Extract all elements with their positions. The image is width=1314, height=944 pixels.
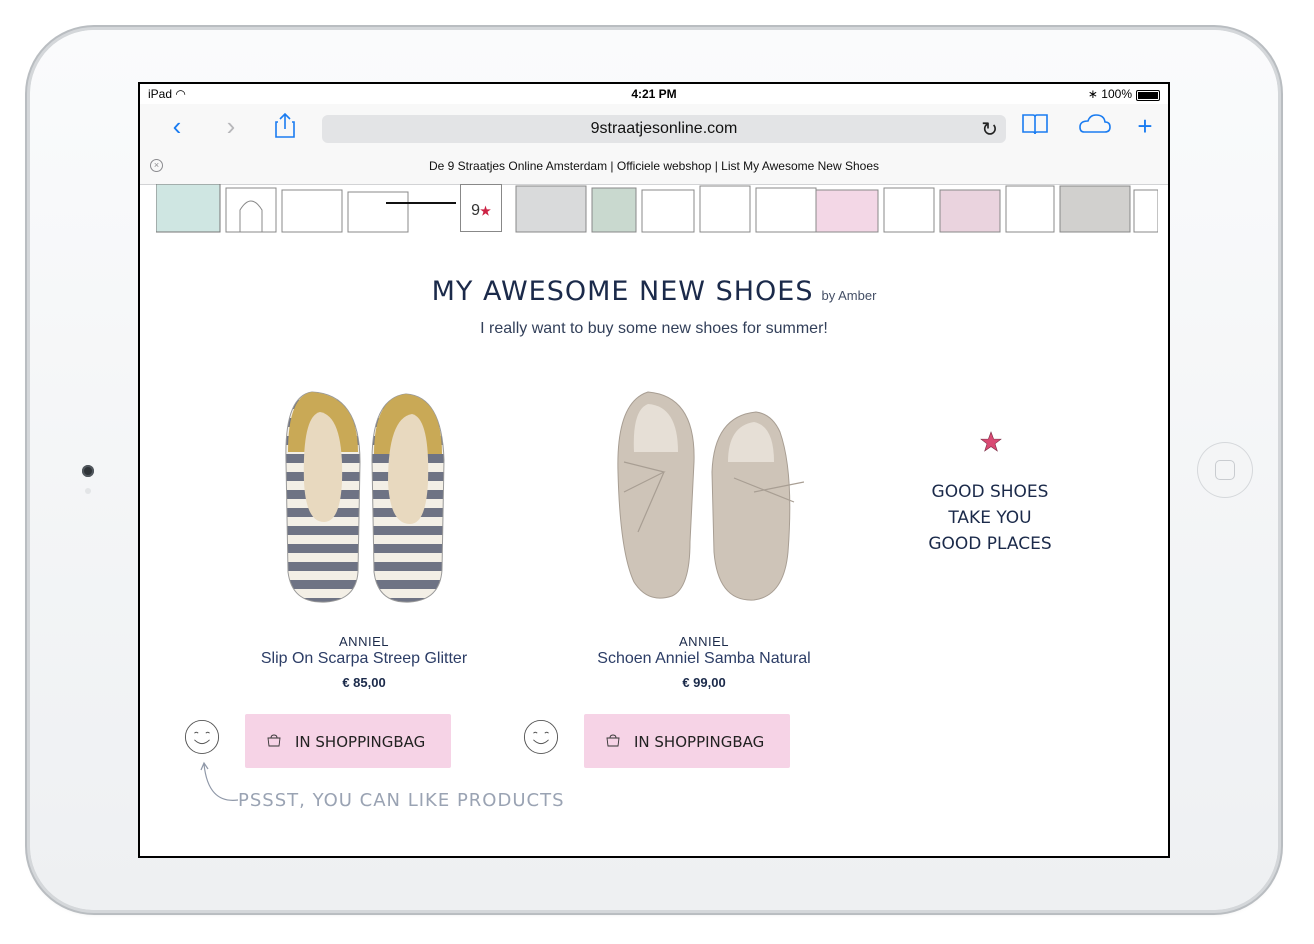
quote-line-3: GOOD PLACES [928, 534, 1052, 554]
product-name[interactable]: Slip On Scarpa Streep Glitter [214, 650, 514, 668]
share-button[interactable] [270, 112, 300, 140]
product-brand: ANNIEL [339, 634, 389, 649]
screen: iPad ◠ 4:21 PM ∗ 100% ‹ › 9straatjesonli… [138, 82, 1170, 858]
product-image[interactable] [604, 382, 804, 612]
product-price: € 99,00 [682, 675, 726, 690]
status-right: ∗ 100% [1088, 87, 1132, 101]
tab-title: De 9 Straatjes Online Amsterdam | Offici… [429, 159, 879, 173]
icloud-tabs-button[interactable] [1074, 112, 1114, 140]
quote-line-2: TAKE YOU [948, 508, 1032, 528]
share-icon [275, 112, 295, 138]
product-price: € 85,00 [342, 675, 386, 690]
quote-block: GOOD SHOES TAKE YOU GOOD PLACES [910, 479, 1070, 557]
tab-bar: × De 9 Straatjes Online Amsterdam | Offi… [140, 148, 1168, 185]
bookmarks-button[interactable] [1020, 112, 1050, 140]
shopping-bag-icon [606, 734, 620, 747]
home-button[interactable] [1197, 442, 1253, 498]
shopping-bag-icon [267, 734, 281, 747]
quote-line-1: GOOD SHOES [931, 482, 1049, 502]
add-to-bag-button[interactable]: IN SHOPPINGBAG [245, 714, 451, 768]
battery-icon [1136, 90, 1160, 101]
camera-icon [82, 465, 94, 477]
list-title: MY AWESOME NEW SHOES by Amber [140, 276, 1168, 307]
screen-content: iPad ◠ 4:21 PM ∗ 100% ‹ › 9straatjesonli… [140, 84, 1168, 856]
reload-icon[interactable]: ↻ [981, 117, 998, 142]
like-hint-text: PSSST, YOU CAN LIKE PRODUCTS [238, 790, 565, 811]
cloud-icon [1079, 114, 1111, 133]
battery-percent: 100% [1101, 87, 1132, 101]
store-logo[interactable]: 9★ [460, 184, 502, 232]
sensor [85, 488, 91, 494]
add-to-bag-button[interactable]: IN SHOPPINGBAG [584, 714, 790, 768]
product-name[interactable]: Schoen Anniel Samba Natural [554, 650, 854, 668]
product-card: ANNIEL Schoen Anniel Samba Natural € 99,… [554, 382, 854, 702]
bluetooth-icon: ∗ [1087, 87, 1098, 101]
status-time: 4:21 PM [631, 87, 677, 101]
status-bar: iPad ◠ 4:21 PM ∗ 100% [140, 84, 1168, 104]
product-brand: ANNIEL [679, 634, 729, 649]
product-image[interactable] [264, 382, 464, 612]
new-tab-button[interactable]: + [1130, 112, 1160, 140]
author-label: by Amber [821, 288, 877, 303]
star-icon [980, 431, 1002, 452]
home-square-icon [1215, 460, 1235, 480]
url-text: 9straatjesonline.com [590, 120, 738, 137]
back-button[interactable]: ‹ [162, 112, 192, 140]
book-icon [1022, 114, 1048, 135]
add-to-bag-label: IN SHOPPINGBAG [634, 733, 765, 751]
forward-button[interactable]: › [216, 112, 246, 140]
list-subtitle: I really want to buy some new shoes for … [480, 320, 828, 337]
street-banner-illustration [156, 184, 1158, 233]
add-to-bag-label: IN SHOPPINGBAG [295, 733, 426, 751]
like-smiley-button[interactable] [184, 719, 220, 755]
product-card: ANNIEL Slip On Scarpa Streep Glitter € 8… [214, 382, 514, 702]
safari-toolbar: ‹ › 9straatjesonline.com ↻ + [140, 104, 1168, 148]
like-smiley-button[interactable] [523, 719, 559, 755]
address-bar[interactable]: 9straatjesonline.com ↻ [322, 115, 1006, 143]
page-title: MY AWESOME NEW SHOES [431, 276, 814, 307]
